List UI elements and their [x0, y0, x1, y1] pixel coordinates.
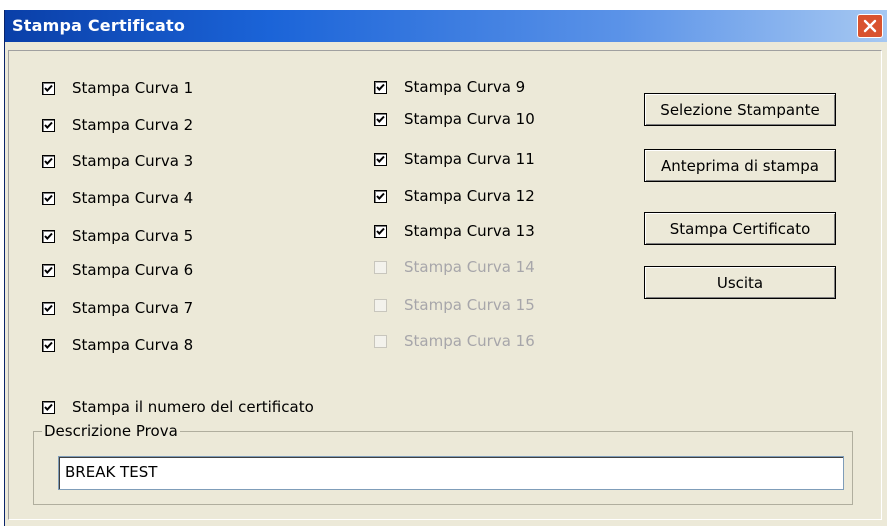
checkbox-box[interactable] — [374, 189, 387, 203]
description-input[interactable]: BREAK TEST — [58, 456, 844, 490]
description-legend: Descrizione Prova — [42, 422, 180, 440]
checkbox-label: Stampa Curva 14 — [404, 258, 535, 276]
checkbox-label: Stampa Curva 12 — [404, 187, 535, 205]
checkbox-box — [374, 260, 387, 274]
checkbox-curva-8[interactable]: Stampa Curva 8 — [42, 334, 193, 356]
print-preview-button[interactable]: Anteprima di stampa — [644, 149, 836, 182]
checkbox-curva-13[interactable]: Stampa Curva 13 — [374, 220, 535, 242]
checkbox-curva-12[interactable]: Stampa Curva 12 — [374, 185, 535, 207]
checkmark-icon — [44, 194, 53, 202]
checkmark-icon — [376, 227, 385, 235]
checkbox-label: Stampa il numero del certificato — [72, 398, 314, 416]
checkmark-icon — [44, 403, 53, 411]
checkbox-box — [374, 298, 387, 312]
checkmark-icon — [44, 266, 53, 274]
checkbox-box[interactable] — [42, 191, 55, 205]
checkbox-label: Stampa Curva 13 — [404, 222, 535, 240]
print-certificate-button[interactable]: Stampa Certificato — [644, 212, 836, 245]
checkbox-curva-16: Stampa Curva 16 — [374, 330, 535, 352]
checkbox-curva-1[interactable]: Stampa Curva 1 — [42, 77, 193, 99]
checkbox-certificate-number[interactable]: Stampa il numero del certificato — [42, 396, 314, 418]
checkbox-box[interactable] — [42, 301, 55, 315]
checkbox-curva-6[interactable]: Stampa Curva 6 — [42, 259, 193, 281]
checkbox-curva-7[interactable]: Stampa Curva 7 — [42, 297, 193, 319]
close-icon — [863, 19, 877, 33]
checkbox-label: Stampa Curva 15 — [404, 296, 535, 314]
checkmark-icon — [376, 115, 385, 123]
title-bar[interactable]: Stampa Certificato — [5, 10, 887, 42]
checkbox-label: Stampa Curva 9 — [404, 78, 526, 96]
checkmark-icon — [44, 157, 53, 165]
checkbox-box[interactable] — [374, 112, 387, 126]
close-button[interactable] — [857, 14, 883, 38]
checkbox-curva-9[interactable]: Stampa Curva 9 — [374, 76, 525, 98]
checkbox-box[interactable] — [374, 152, 387, 166]
checkmark-icon — [44, 84, 53, 92]
checkbox-label: Stampa Curva 6 — [72, 261, 194, 279]
checkbox-label: Stampa Curva 1 — [72, 79, 194, 97]
checkbox-label: Stampa Curva 5 — [72, 227, 194, 245]
checkbox-box[interactable] — [42, 229, 55, 243]
checkbox-box[interactable] — [42, 263, 55, 277]
checkbox-curva-3[interactable]: Stampa Curva 3 — [42, 150, 193, 172]
checkbox-curva-15: Stampa Curva 15 — [374, 294, 535, 316]
checkbox-curva-10[interactable]: Stampa Curva 10 — [374, 108, 535, 130]
checkbox-curva-4[interactable]: Stampa Curva 4 — [42, 187, 193, 209]
checkmark-icon — [376, 155, 385, 163]
checkbox-curva-2[interactable]: Stampa Curva 2 — [42, 114, 193, 136]
window-title: Stampa Certificato — [12, 16, 186, 35]
checkbox-label: Stampa Curva 16 — [404, 332, 535, 350]
checkbox-box[interactable] — [374, 224, 387, 238]
checkbox-box[interactable] — [42, 118, 55, 132]
checkmark-icon — [44, 121, 53, 129]
checkbox-label: Stampa Curva 7 — [72, 299, 194, 317]
select-printer-button[interactable]: Selezione Stampante — [644, 93, 836, 126]
background-text-strip — [0, 0, 887, 10]
checkbox-curva-5[interactable]: Stampa Curva 5 — [42, 225, 193, 247]
checkmark-icon — [44, 232, 53, 240]
checkbox-label: Stampa Curva 2 — [72, 116, 194, 134]
checkmark-icon — [44, 341, 53, 349]
checkbox-box — [374, 334, 387, 348]
checkbox-box[interactable] — [42, 338, 55, 352]
checkbox-curva-14: Stampa Curva 14 — [374, 256, 535, 278]
checkbox-label: Stampa Curva 11 — [404, 150, 535, 168]
checkmark-icon — [376, 192, 385, 200]
checkmark-icon — [376, 83, 385, 91]
checkbox-box[interactable] — [374, 80, 387, 94]
checkbox-box[interactable] — [42, 154, 55, 168]
checkmark-icon — [44, 304, 53, 312]
checkbox-label: Stampa Curva 8 — [72, 336, 194, 354]
checkbox-label: Stampa Curva 4 — [72, 189, 194, 207]
checkbox-curva-11[interactable]: Stampa Curva 11 — [374, 148, 535, 170]
checkbox-box[interactable] — [42, 400, 55, 414]
checkbox-label: Stampa Curva 10 — [404, 110, 535, 128]
exit-button[interactable]: Uscita — [644, 266, 836, 299]
checkbox-box[interactable] — [42, 81, 55, 95]
checkbox-label: Stampa Curva 3 — [72, 152, 194, 170]
